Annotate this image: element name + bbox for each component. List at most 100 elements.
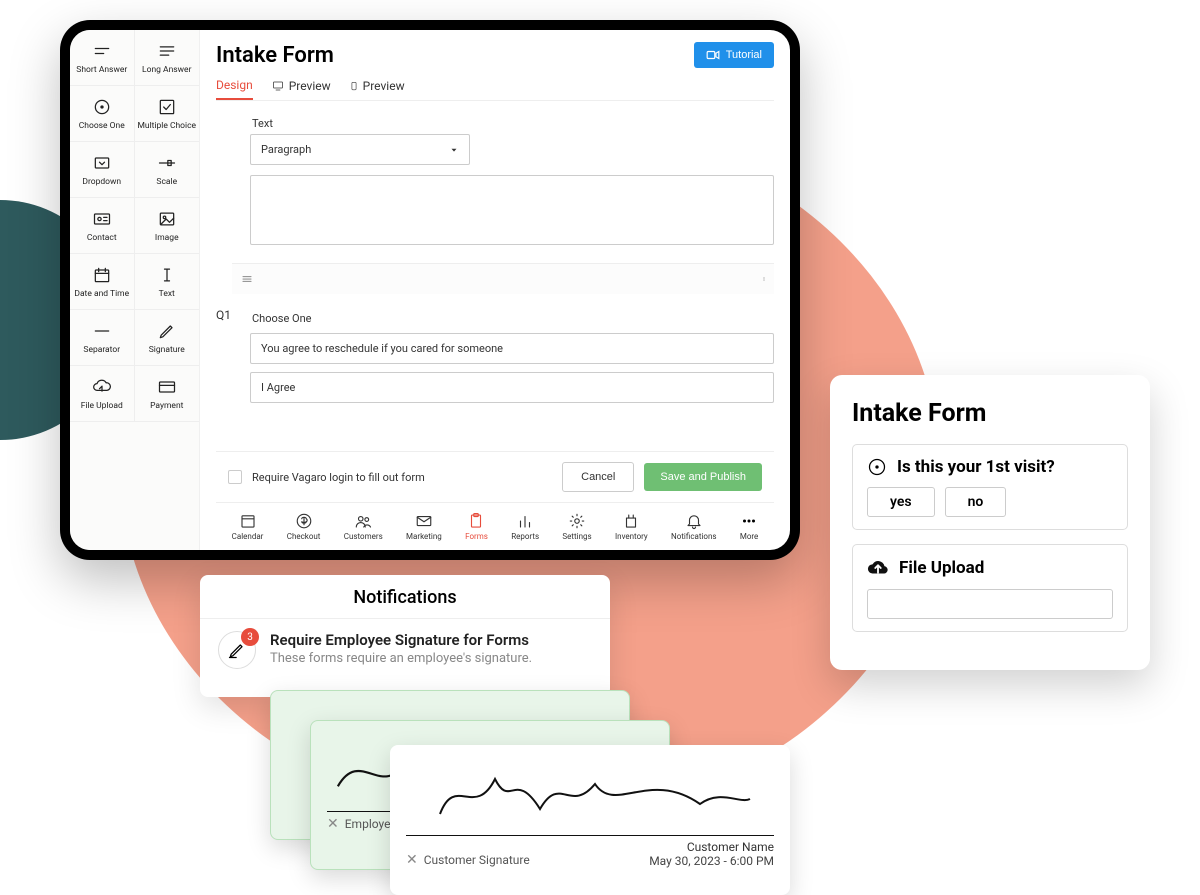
palette-label: Dropdown (82, 177, 121, 187)
palette-contact[interactable]: Contact (70, 198, 135, 254)
form-preview-card: Intake Form Is this your 1st visit? yes … (830, 375, 1150, 670)
checkbox-icon (157, 97, 177, 117)
clear-signature-icon[interactable]: ✕ (406, 852, 418, 868)
inventory-icon (622, 512, 640, 530)
palette-date-time[interactable]: Date and Time (70, 254, 135, 310)
short-answer-icon (92, 41, 112, 61)
palette-label: Contact (87, 233, 117, 243)
question-type-label: Choose One (250, 308, 774, 329)
palette-text[interactable]: Text (135, 254, 200, 310)
chart-icon (516, 512, 534, 530)
nav-calendar[interactable]: Calendar (232, 512, 264, 541)
nav-inventory[interactable]: Inventory (615, 512, 648, 541)
drag-handle-icon[interactable] (240, 272, 254, 286)
nav-more[interactable]: More (740, 512, 758, 541)
notifications-card: Notifications 3 Require Employee Signatu… (200, 575, 610, 697)
notification-item[interactable]: 3 Require Employee Signature for Forms T… (200, 619, 610, 681)
palette-payment[interactable]: Payment (135, 366, 200, 422)
dropdown-icon (92, 153, 112, 173)
palette-label: Multiple Choice (137, 121, 196, 131)
nav-marketing[interactable]: Marketing (406, 512, 442, 541)
palette-dropdown[interactable]: Dropdown (70, 142, 135, 198)
signature-card-front: ✕Customer Signature Customer Name May 30… (390, 745, 790, 895)
radio-icon (867, 457, 887, 477)
tutorial-button[interactable]: Tutorial (694, 42, 774, 68)
preview-question-text: Is this your 1st visit? (897, 457, 1055, 477)
separator-icon (92, 321, 112, 341)
cancel-button[interactable]: Cancel (562, 462, 634, 492)
preview-option-yes[interactable]: yes (867, 487, 935, 517)
preview-option-no[interactable]: no (945, 487, 1007, 517)
bell-icon (685, 512, 703, 530)
tab-label: Preview (289, 79, 331, 93)
signature-datetime: May 30, 2023 - 6:00 PM (649, 854, 774, 868)
image-icon (157, 209, 177, 229)
editor-canvas: Text Paragraph Q1 Choose One (216, 113, 774, 451)
palette-scale[interactable]: Scale (135, 142, 200, 198)
cloud-upload-icon (92, 377, 112, 397)
palette-image[interactable]: Image (135, 198, 200, 254)
calendar-icon (92, 265, 112, 285)
palette-label: Text (159, 289, 175, 299)
scale-icon (157, 153, 177, 173)
notifications-header: Notifications (200, 587, 610, 619)
clipboard-icon (467, 512, 485, 530)
tab-label: Preview (363, 79, 405, 93)
question-option-input[interactable]: I Agree (250, 372, 774, 403)
envelope-icon (415, 512, 433, 530)
nav-reports[interactable]: Reports (511, 512, 539, 541)
question-prompt-input[interactable]: You agree to reschedule if you cared for… (250, 333, 774, 364)
palette-label: Signature (149, 345, 185, 355)
caret-down-icon (449, 145, 459, 155)
text-style-select[interactable]: Paragraph (250, 134, 470, 165)
tutorial-label: Tutorial (726, 49, 762, 61)
notification-title: Require Employee Signature for Forms (270, 631, 532, 649)
nav-settings[interactable]: Settings (562, 512, 591, 541)
palette-short-answer[interactable]: Short Answer (70, 30, 135, 86)
more-vert-icon[interactable] (762, 272, 766, 286)
preview-upload-block: File Upload (852, 544, 1128, 632)
employee-signature-label: Employee (345, 817, 397, 831)
question-number: Q1 (216, 308, 236, 403)
preview-upload-input[interactable] (867, 589, 1113, 619)
palette-label: Payment (150, 401, 183, 411)
palette-choose-one[interactable]: Choose One (70, 86, 135, 142)
palette-label: Short Answer (76, 65, 127, 75)
signature-scribble-icon (406, 759, 774, 829)
preview-title: Intake Form (852, 399, 1128, 428)
require-login-checkbox[interactable] (228, 470, 242, 484)
tab-design[interactable]: Design (216, 78, 253, 100)
text-block-label: Text (250, 113, 774, 134)
palette-label: Choose One (79, 121, 125, 131)
contact-icon (92, 209, 112, 229)
editor-footer: Require Vagaro login to fill out form Ca… (216, 451, 774, 502)
clear-signature-icon[interactable]: ✕ (327, 816, 339, 832)
require-login-label: Require Vagaro login to fill out form (252, 471, 552, 484)
save-publish-button[interactable]: Save and Publish (644, 463, 762, 491)
nav-forms[interactable]: Forms (465, 512, 488, 541)
nav-notifications[interactable]: Notifications (671, 512, 716, 541)
palette-label: Date and Time (74, 289, 129, 299)
page-title: Intake Form (216, 43, 334, 68)
palette-long-answer[interactable]: Long Answer (135, 30, 200, 86)
palette-multiple-choice[interactable]: Multiple Choice (135, 86, 200, 142)
desktop-icon (271, 80, 285, 92)
video-icon (706, 48, 720, 62)
nav-checkout[interactable]: Checkout (287, 512, 321, 541)
editor-tabs: Design Preview Preview (216, 78, 774, 101)
palette-file-upload[interactable]: File Upload (70, 366, 135, 422)
form-editor-main: Intake Form Tutorial Design Preview Prev… (200, 30, 790, 550)
gear-icon (568, 512, 586, 530)
palette-label: Separator (83, 345, 120, 355)
text-content-textarea[interactable] (250, 175, 774, 245)
palette-label: Scale (156, 177, 177, 187)
notification-icon-wrap: 3 (218, 631, 256, 669)
tab-preview-desktop[interactable]: Preview (271, 78, 331, 100)
form-element-palette: Short Answer Long Answer Choose One Mult… (70, 30, 200, 550)
palette-signature[interactable]: Signature (135, 310, 200, 366)
palette-separator[interactable]: Separator (70, 310, 135, 366)
nav-customers[interactable]: Customers (344, 512, 383, 541)
tablet-screen: Short Answer Long Answer Choose One Mult… (70, 30, 790, 550)
tab-preview-mobile[interactable]: Preview (349, 78, 405, 100)
palette-label: File Upload (81, 401, 123, 411)
